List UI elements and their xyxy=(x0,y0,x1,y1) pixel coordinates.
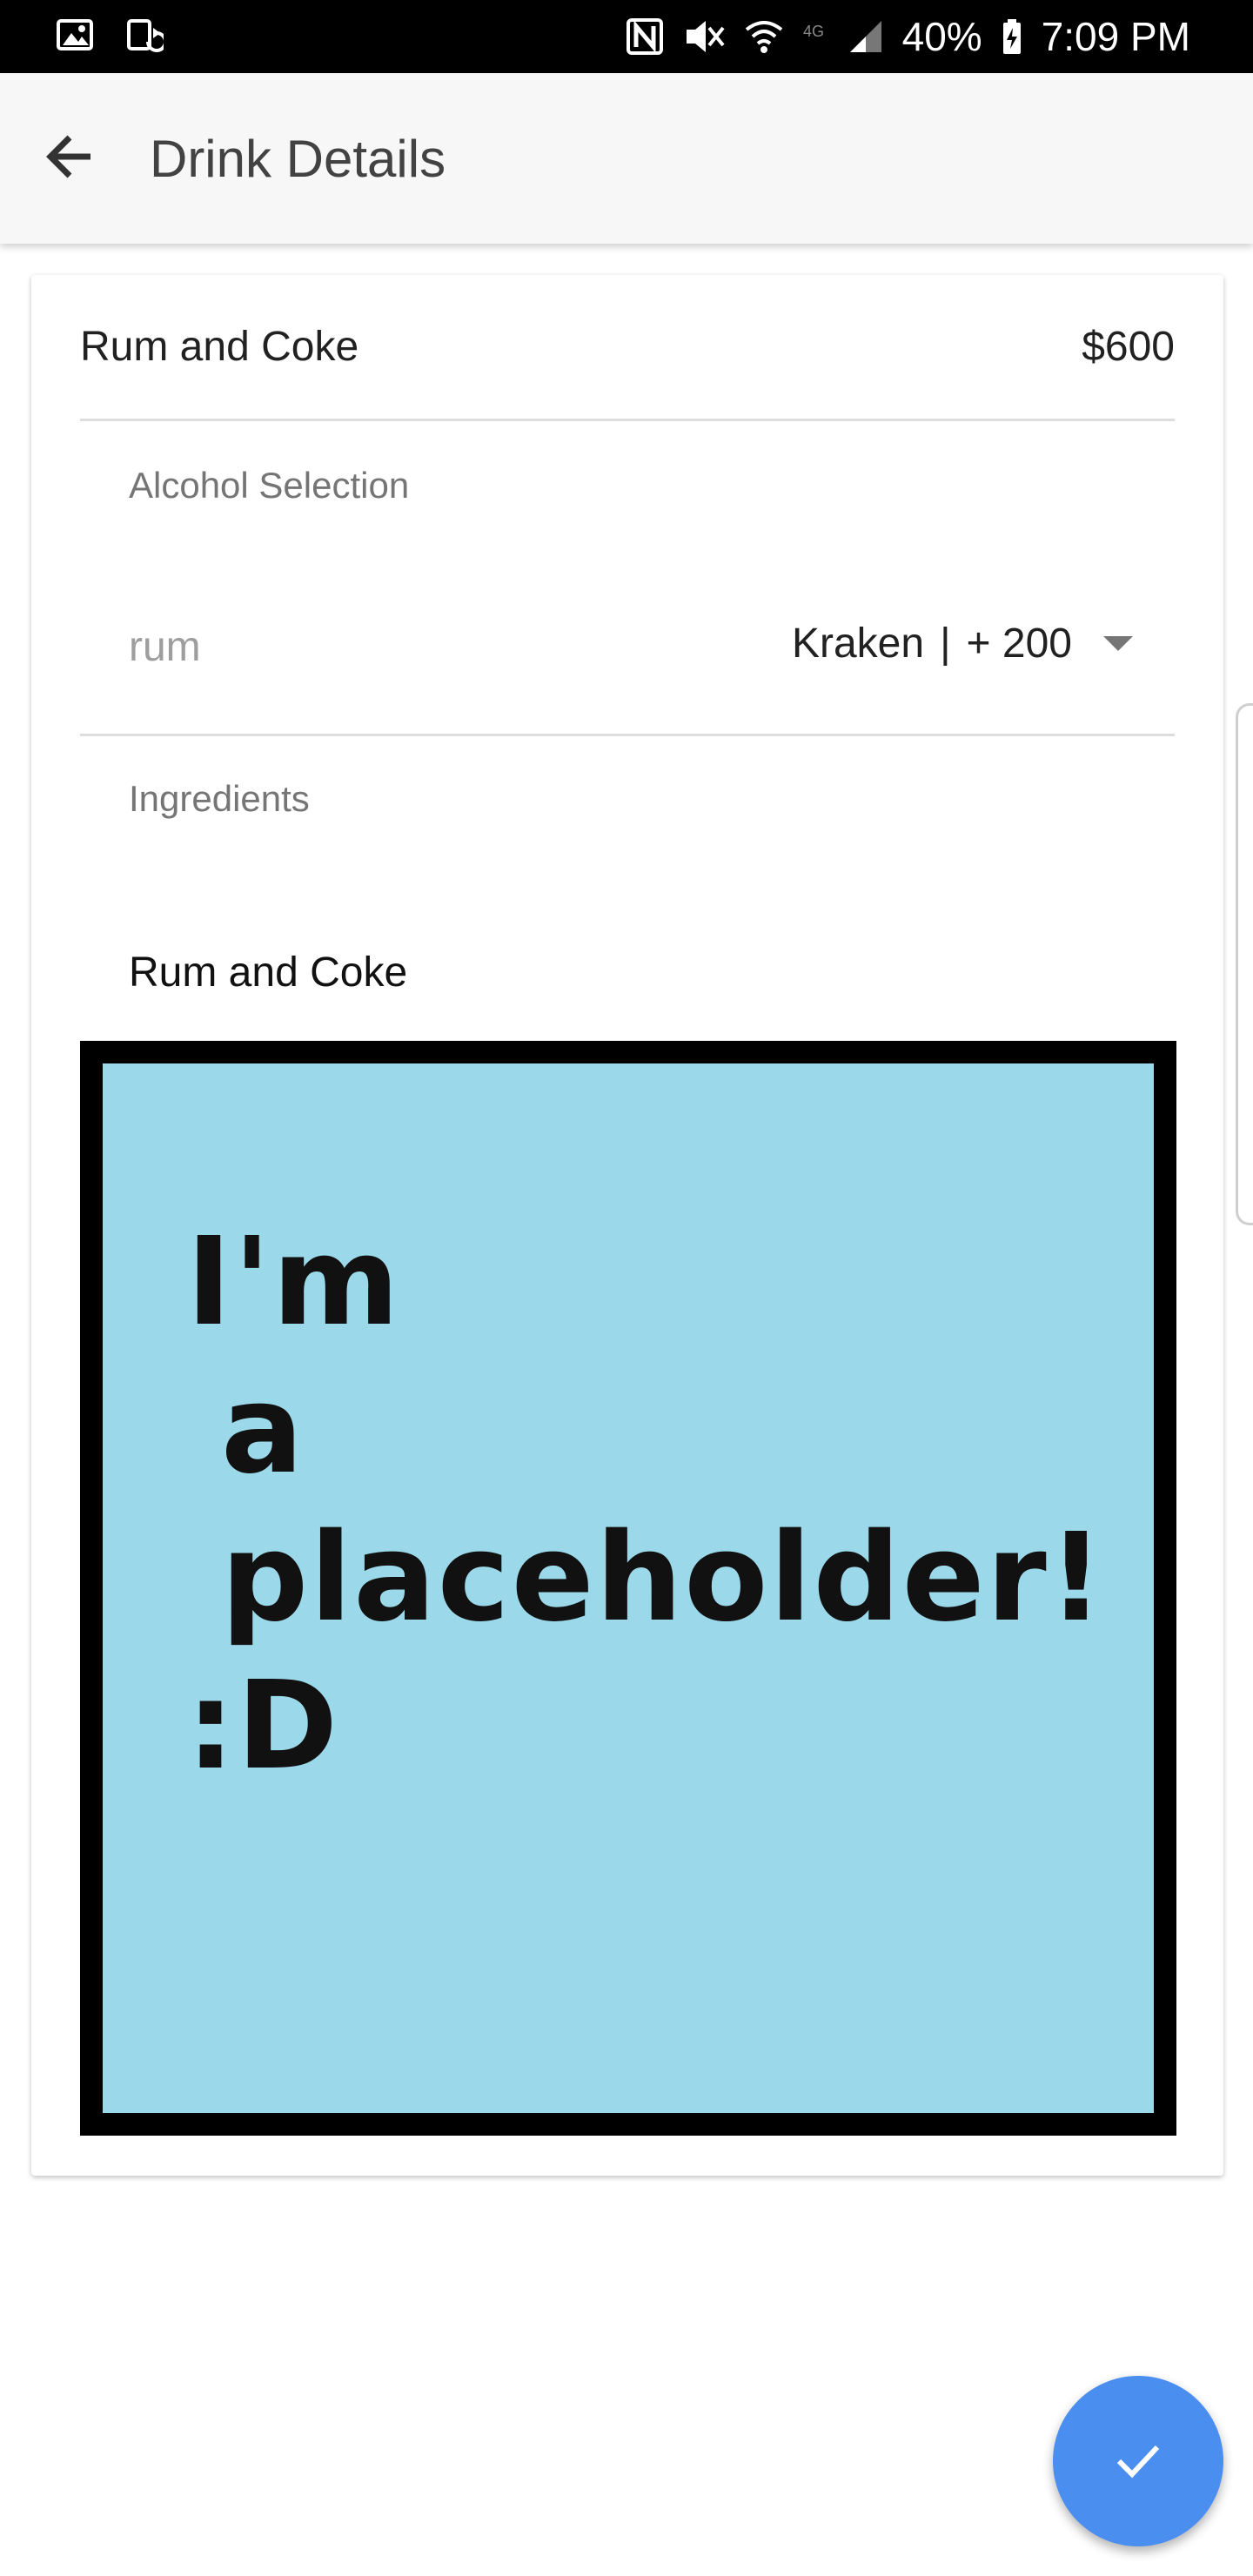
arrow-back-icon xyxy=(44,131,96,187)
back-button[interactable] xyxy=(24,113,115,204)
status-bar: 4G 40% 7:09 PM xyxy=(0,0,1253,73)
lte-icon: 4G xyxy=(803,17,829,56)
placeholder-image: I'm a placeholder! :D xyxy=(103,1063,1154,2113)
alcohol-dropdown[interactable]: Kraken | + 200 xyxy=(792,620,1133,667)
page-title: Drink Details xyxy=(150,129,446,188)
placeholder-text-line: I'm xyxy=(186,1211,401,1353)
alcohol-selection-label: Alcohol Selection xyxy=(129,465,410,506)
placeholder-text-line: :D xyxy=(186,1655,340,1797)
placeholder-text-line: placeholder! xyxy=(221,1507,1106,1649)
drink-name: Rum and Coke xyxy=(80,324,359,370)
alcohol-choice: Kraken xyxy=(791,621,925,667)
placeholder-text-line: a xyxy=(221,1359,305,1501)
alcohol-upcharge: + 200 xyxy=(966,621,1072,667)
ingredients-text: Rum and Coke xyxy=(129,949,408,996)
drink-header: Rum and Coke $600 xyxy=(80,275,1175,421)
screen-rotate-icon xyxy=(125,16,164,54)
drink-details-card: Rum and Coke $600 Alcohol Selection rum … xyxy=(31,275,1223,2176)
alcohol-separator: | xyxy=(940,621,951,667)
check-icon xyxy=(1110,2432,1166,2492)
app-bar: Drink Details xyxy=(0,73,1253,244)
svg-text:4G: 4G xyxy=(803,23,824,40)
edge-panel-handle[interactable] xyxy=(1236,703,1253,1225)
wifi-icon xyxy=(744,17,784,56)
ingredients-label: Ingredients xyxy=(129,778,310,819)
confirm-fab-button[interactable] xyxy=(1053,2376,1223,2546)
drink-image-placeholder: I'm a placeholder! :D xyxy=(80,1041,1176,2136)
battery-percent: 40% xyxy=(901,14,982,59)
nfc-icon xyxy=(626,17,664,56)
dropdown-arrow-icon xyxy=(1103,636,1133,651)
gallery-icon xyxy=(56,16,94,54)
alcohol-type-label: rum xyxy=(129,624,201,670)
battery-charging-icon xyxy=(1002,17,1022,56)
vibrate-mute-icon xyxy=(683,17,725,56)
signal-icon xyxy=(848,17,883,56)
status-time: 7:09 PM xyxy=(1041,14,1190,59)
drink-price: $600 xyxy=(1082,324,1175,370)
